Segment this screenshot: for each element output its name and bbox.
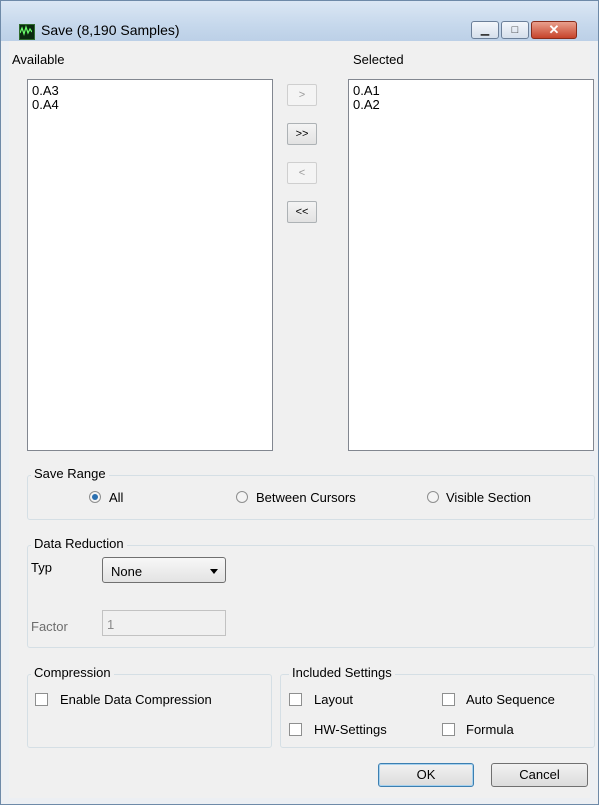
hw-settings-label[interactable]: HW-Settings — [314, 722, 387, 737]
factor-label: Factor — [31, 619, 68, 634]
maximize-button[interactable]: □ — [501, 21, 529, 39]
available-item[interactable]: 0.A3 — [28, 84, 272, 98]
minimize-icon: ▁ — [480, 24, 490, 36]
close-button[interactable]: ✕ — [531, 21, 577, 39]
range-between-cursors-radio[interactable] — [236, 491, 248, 503]
range-all-radio[interactable] — [89, 491, 101, 503]
compression-title: Compression — [31, 665, 114, 680]
selected-item[interactable]: 0.A2 — [349, 98, 593, 112]
enable-compression-checkbox[interactable] — [35, 693, 48, 706]
reduction-type-select[interactable]: None — [102, 557, 226, 583]
minimize-button[interactable]: ▁ — [471, 21, 499, 39]
hw-settings-checkbox[interactable] — [289, 723, 302, 736]
remove-all-button[interactable]: << — [287, 201, 317, 223]
factor-value: 1 — [107, 617, 115, 632]
add-all-button[interactable]: >> — [287, 123, 317, 145]
add-selected-button[interactable]: > — [287, 84, 317, 106]
window-title: Save (8,190 Samples) — [41, 22, 180, 38]
range-all-label[interactable]: All — [109, 490, 123, 505]
formula-label[interactable]: Formula — [466, 722, 514, 737]
scope-app-icon — [19, 24, 35, 40]
compression-group — [27, 674, 272, 748]
type-label: Typ — [31, 560, 52, 575]
range-visible-section-radio[interactable] — [427, 491, 439, 503]
dialog-client-area: Available 0.A3 0.A4 > >> < << Selected 0… — [9, 41, 595, 798]
close-icon: ✕ — [548, 22, 560, 37]
enable-compression-label[interactable]: Enable Data Compression — [60, 692, 212, 707]
formula-checkbox[interactable] — [442, 723, 455, 736]
auto-sequence-label[interactable]: Auto Sequence — [466, 692, 555, 707]
auto-sequence-checkbox[interactable] — [442, 693, 455, 706]
available-label: Available — [12, 52, 65, 67]
save-range-title: Save Range — [31, 466, 109, 481]
remove-selected-button[interactable]: < — [287, 162, 317, 184]
chevron-down-icon — [210, 569, 218, 574]
factor-input[interactable]: 1 — [102, 610, 226, 636]
range-visible-section-label[interactable]: Visible Section — [446, 490, 531, 505]
selected-listbox[interactable]: 0.A1 0.A2 — [348, 79, 594, 451]
save-dialog: Save (8,190 Samples) ▁ □ ✕ Available 0.A… — [0, 0, 599, 805]
layout-label[interactable]: Layout — [314, 692, 353, 707]
title-bar[interactable]: Save (8,190 Samples) ▁ □ ✕ — [1, 1, 598, 41]
available-item[interactable]: 0.A4 — [28, 98, 272, 112]
available-listbox[interactable]: 0.A3 0.A4 — [27, 79, 273, 451]
selected-label: Selected — [353, 52, 404, 67]
cancel-button[interactable]: Cancel — [491, 763, 588, 787]
layout-checkbox[interactable] — [289, 693, 302, 706]
reduction-type-value: None — [111, 564, 143, 579]
data-reduction-title: Data Reduction — [31, 536, 127, 551]
range-between-cursors-label[interactable]: Between Cursors — [256, 490, 356, 505]
maximize-icon: □ — [511, 24, 519, 36]
selected-item[interactable]: 0.A1 — [349, 84, 593, 98]
ok-button[interactable]: OK — [378, 763, 474, 787]
included-settings-title: Included Settings — [289, 665, 395, 680]
